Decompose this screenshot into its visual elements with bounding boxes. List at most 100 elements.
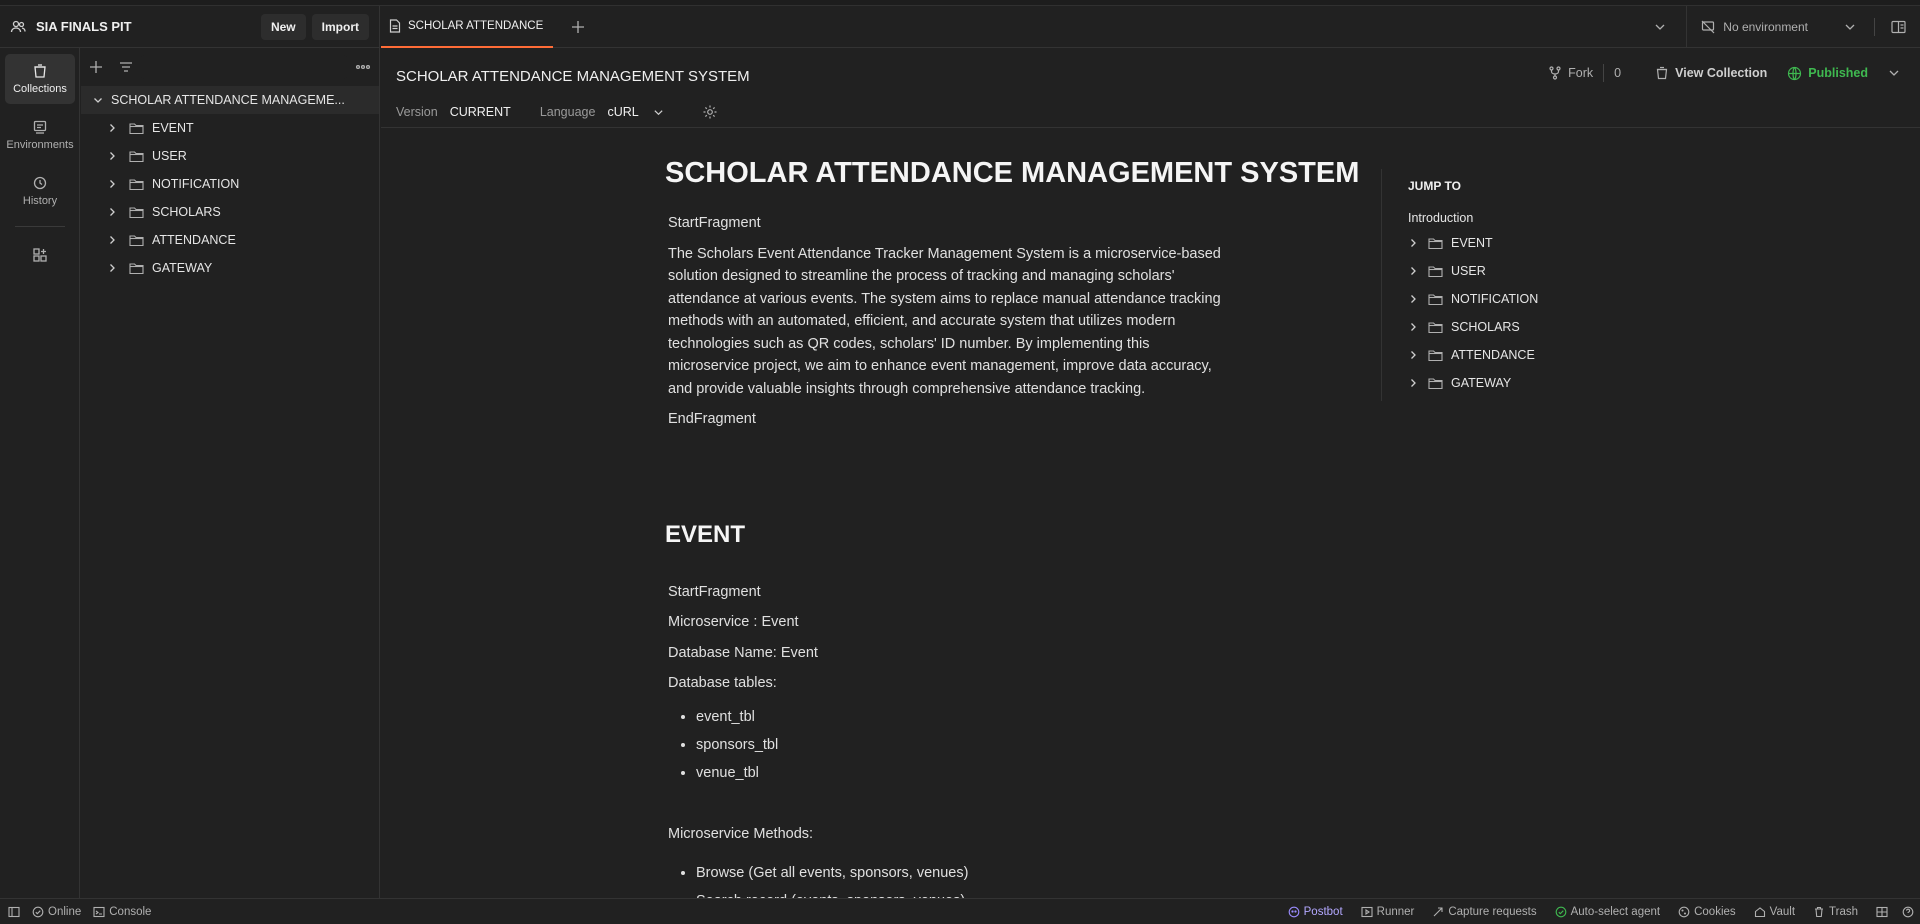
chevron-down-icon[interactable] xyxy=(1654,21,1666,33)
document-icon xyxy=(389,18,401,33)
workspace-name[interactable]: SIA FINALS PIT xyxy=(36,19,255,34)
jump-folder-label: SCHOLARS xyxy=(1451,320,1520,334)
cookies-button[interactable]: Cookies xyxy=(1678,906,1736,918)
console-button[interactable]: Console xyxy=(93,906,151,918)
filter-icon[interactable] xyxy=(119,60,133,74)
add-icon[interactable] xyxy=(89,60,103,74)
tree-folder-item[interactable]: ATTENDANCE xyxy=(81,226,379,254)
jump-to-panel: JUMP TO Introduction EVENT USER NOTIFICATI… xyxy=(1381,169,1538,401)
layout-icon[interactable] xyxy=(1876,906,1888,918)
chevron-right-icon xyxy=(110,180,115,188)
chevron-down-icon xyxy=(94,98,102,103)
language-selector[interactable]: cURL xyxy=(607,105,638,119)
jump-folder-item[interactable]: EVENT xyxy=(1408,229,1538,257)
collection-root-item[interactable]: SCHOLAR ATTENDANCE MANAGEME... xyxy=(81,86,379,114)
online-status[interactable]: Online xyxy=(32,906,81,918)
jump-folder-label: ATTENDANCE xyxy=(1451,348,1535,362)
jump-folder-label: GATEWAY xyxy=(1451,376,1512,390)
sidebar-item-configure[interactable] xyxy=(5,237,75,273)
postbot-button[interactable]: Postbot xyxy=(1288,906,1343,918)
runner-label: Runner xyxy=(1376,905,1415,918)
chevron-right-icon xyxy=(1411,323,1416,331)
trash-button[interactable]: Trash xyxy=(1813,906,1858,918)
jump-folder-item[interactable]: NOTIFICATION xyxy=(1408,285,1538,313)
fork-button[interactable]: Fork xyxy=(1548,66,1593,80)
sidebar-item-environments[interactable]: Environments xyxy=(5,110,75,160)
tree-folder-label: SCHOLARS xyxy=(152,205,221,219)
rail-divider xyxy=(15,226,65,227)
collection-meta: Version CURRENT Language cURL xyxy=(396,104,718,120)
sidebar-item-collections[interactable]: Collections xyxy=(5,54,75,104)
status-bar: Online Console Postbot Runner Capture re… xyxy=(0,898,1920,924)
environment-selector[interactable]: No environment xyxy=(1686,6,1920,48)
folder-icon xyxy=(1428,293,1443,305)
jump-folder-label: USER xyxy=(1451,264,1486,278)
chevron-down-icon xyxy=(1845,24,1855,30)
folder-icon xyxy=(129,178,144,190)
search-input[interactable] xyxy=(141,55,347,79)
environment-quick-look-icon[interactable] xyxy=(1891,20,1906,34)
console-icon xyxy=(93,906,105,917)
workspace-people-icon xyxy=(10,20,26,32)
tab-scholar-attendance[interactable]: SCHOLAR ATTENDANCE xyxy=(381,5,554,48)
event-methods-list: Browse (Get all events, sponsors, venues… xyxy=(668,859,1228,898)
tree-folder-label: EVENT xyxy=(152,121,194,135)
list-item: sponsors_tbl xyxy=(696,731,1228,759)
import-button[interactable]: Import xyxy=(311,13,369,40)
folder-icon xyxy=(129,262,144,274)
tree-toolbar xyxy=(81,48,379,86)
tree-folder-item[interactable]: NOTIFICATION xyxy=(81,170,379,198)
tree-folder-label: NOTIFICATION xyxy=(152,177,240,191)
help-icon[interactable] xyxy=(1902,906,1914,918)
chevron-right-icon xyxy=(1411,351,1416,359)
environments-icon xyxy=(33,120,47,134)
left-panel: SIA FINALS PIT New Import Collections En… xyxy=(0,6,380,898)
jump-folder-item[interactable]: GATEWAY xyxy=(1408,369,1538,397)
tree-folder-item[interactable]: GATEWAY xyxy=(81,254,379,282)
runner-button[interactable]: Runner xyxy=(1361,905,1415,918)
doc-title: SCHOLAR ATTENDANCE MANAGEMENT SYSTEM xyxy=(665,157,1360,189)
jump-folder-item[interactable]: USER xyxy=(1408,257,1538,285)
chevron-right-icon xyxy=(1411,379,1416,387)
jump-to-title: JUMP TO xyxy=(1408,179,1461,193)
online-label: Online xyxy=(48,905,82,918)
cookie-icon xyxy=(1678,906,1690,917)
list-item: venue_tbl xyxy=(696,759,1228,787)
chevron-down-icon[interactable] xyxy=(653,107,664,118)
folder-icon xyxy=(1428,265,1443,277)
jump-folder-item[interactable]: SCHOLARS xyxy=(1408,313,1538,341)
sidebar-item-history[interactable]: History xyxy=(5,166,75,216)
capture-requests-button[interactable]: Capture requests xyxy=(1432,906,1537,918)
tab-label: SCHOLAR ATTENDANCE xyxy=(408,19,544,32)
tree-folder-label: ATTENDANCE xyxy=(152,233,236,247)
documentation-view: SCHOLAR ATTENDANCE MANAGEMENT SYSTEM Sta… xyxy=(381,129,1920,898)
collection-title[interactable]: SCHOLAR ATTENDANCE MANAGEMENT SYSTEM xyxy=(396,68,750,85)
auto-select-agent-button[interactable]: Auto-select agent xyxy=(1555,906,1660,918)
toggle-sidebar-icon[interactable] xyxy=(8,906,20,918)
new-button[interactable]: New xyxy=(260,13,306,40)
capture-icon xyxy=(1433,906,1443,916)
new-tab-icon[interactable] xyxy=(571,20,585,34)
tree-folder-item[interactable]: EVENT xyxy=(81,114,379,142)
jump-introduction-link[interactable]: Introduction xyxy=(1408,211,1538,225)
view-collection-button[interactable]: View Collection xyxy=(1655,66,1767,80)
published-status-dropdown[interactable]: Published xyxy=(1787,66,1900,81)
published-label: Published xyxy=(1808,66,1868,80)
chevron-right-icon xyxy=(110,152,115,160)
tree-folder-label: USER xyxy=(152,149,187,163)
event-tables-label: Database tables: xyxy=(668,675,777,691)
postbot-icon xyxy=(1288,906,1299,917)
sidebar-item-label: Collections xyxy=(13,83,67,95)
history-icon xyxy=(33,176,47,190)
chevron-right-icon xyxy=(1411,295,1416,303)
more-options-icon[interactable] xyxy=(355,60,371,74)
jump-folder-item[interactable]: ATTENDANCE xyxy=(1408,341,1538,369)
event-section-heading: EVENT xyxy=(665,520,746,548)
settings-gear-icon[interactable] xyxy=(702,104,718,120)
version-value[interactable]: CURRENT xyxy=(450,105,511,119)
documentation-content: SCHOLAR ATTENDANCE MANAGEMENT SYSTEM Sta… xyxy=(665,157,1360,898)
vault-button[interactable]: Vault xyxy=(1754,906,1795,918)
tree-folder-item[interactable]: USER xyxy=(81,142,379,170)
tree-folder-item[interactable]: SCHOLARS xyxy=(81,198,379,226)
list-item: Browse (Get all events, sponsors, venues… xyxy=(696,859,1228,887)
